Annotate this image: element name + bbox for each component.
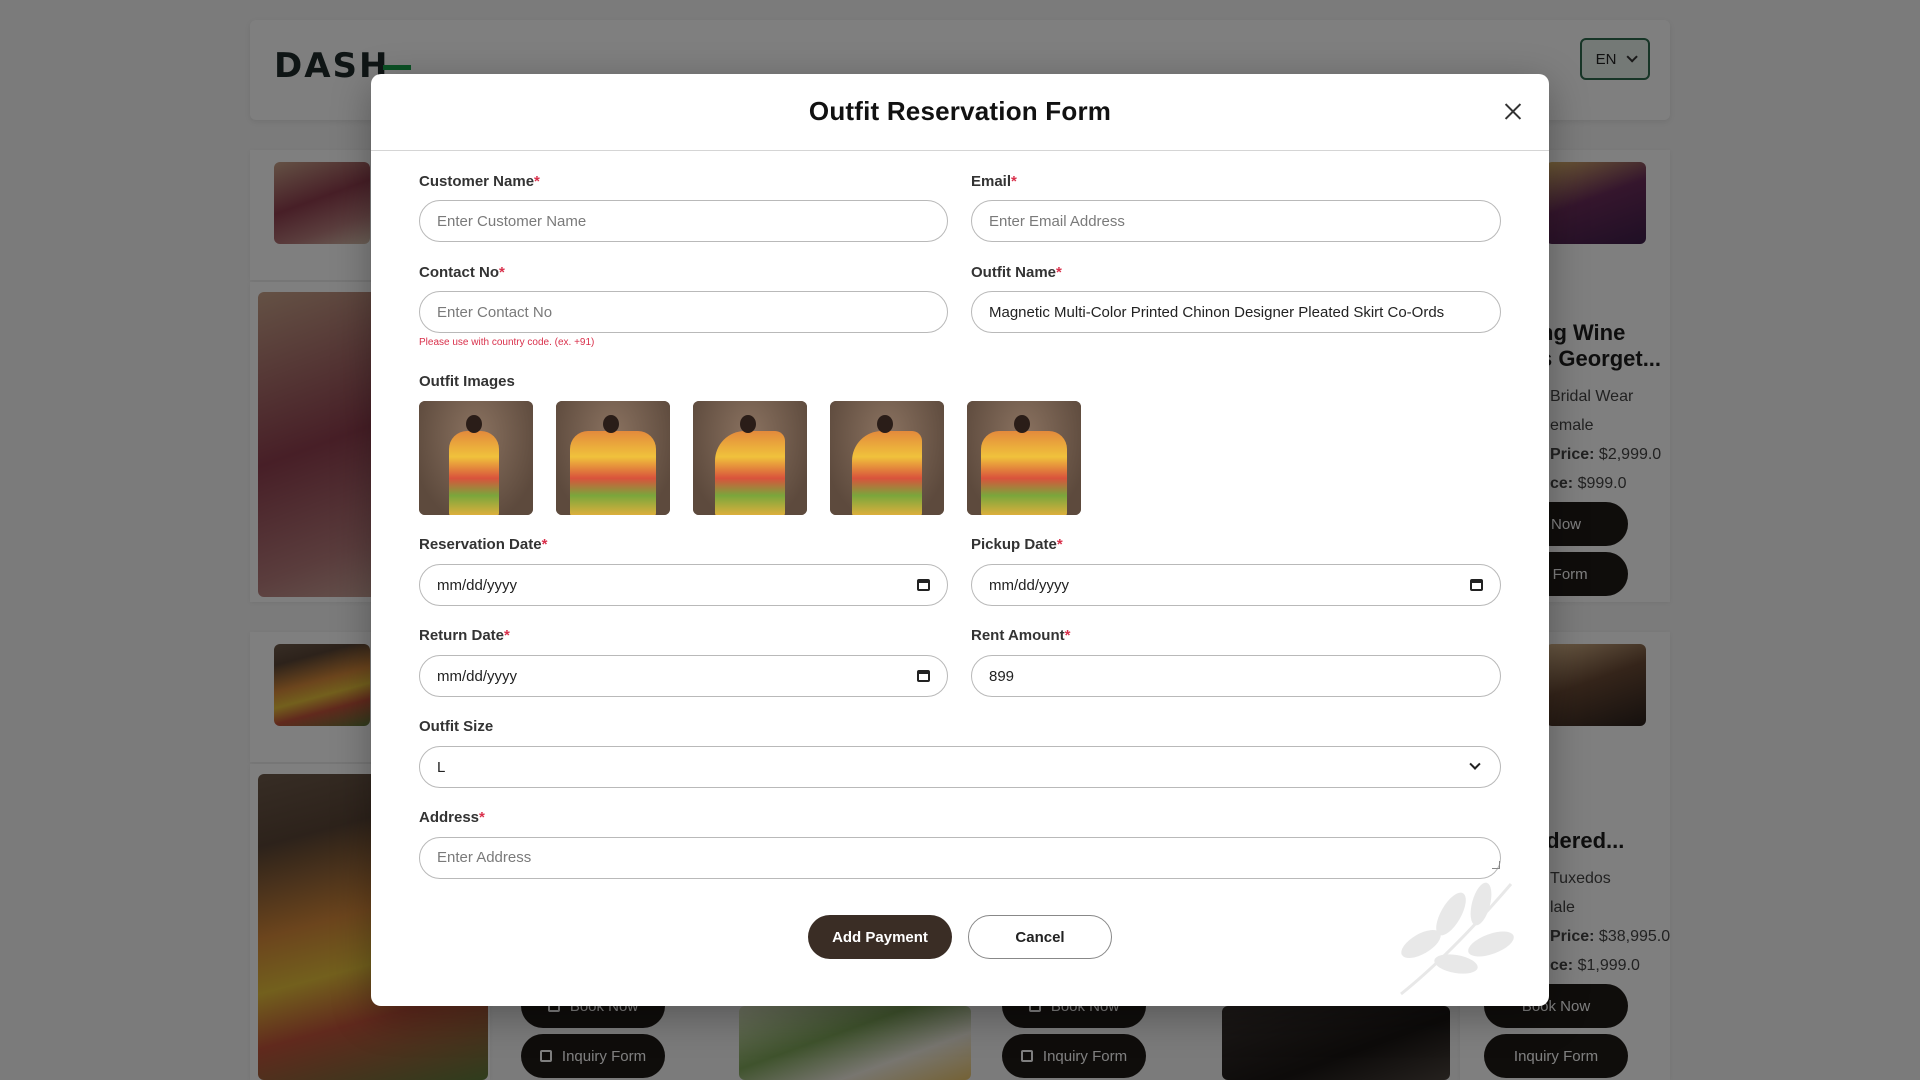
pickup-date-input[interactable]: mm/dd/yyyy (971, 564, 1501, 606)
outfit-size-label: Outfit Size (419, 718, 494, 735)
outfit-images-label: Outfit Images (419, 373, 515, 390)
reservation-date-label: Reservation Date* (419, 536, 548, 553)
reservation-date-input[interactable]: mm/dd/yyyy (419, 564, 948, 606)
add-payment-button[interactable]: Add Payment (808, 915, 952, 959)
return-date-label: Return Date* (419, 627, 510, 644)
chevron-down-icon (1469, 758, 1481, 770)
outfit-image-thumbnail[interactable] (830, 401, 944, 515)
address-label: Address* (419, 809, 485, 826)
reservation-modal: Outfit Reservation Form Customer Name* E… (371, 74, 1549, 1006)
modal-title: Outfit Reservation Form (808, 96, 1112, 126)
calendar-icon[interactable] (917, 579, 930, 591)
pickup-date-label: Pickup Date* (971, 536, 1063, 553)
email-input[interactable] (971, 200, 1501, 242)
return-date-input[interactable]: mm/dd/yyyy (419, 655, 948, 697)
outfit-size-select[interactable]: L (419, 746, 1501, 788)
contact-no-input[interactable] (419, 291, 948, 333)
outfit-name-input[interactable] (971, 291, 1501, 333)
calendar-icon[interactable] (917, 670, 930, 682)
close-icon[interactable] (1499, 98, 1527, 126)
rent-amount-input[interactable] (971, 655, 1501, 697)
email-label: Email* (971, 173, 1017, 190)
outfit-image-thumbnail[interactable] (419, 401, 533, 515)
customer-name-label: Customer Name* (419, 173, 540, 190)
calendar-icon[interactable] (1470, 579, 1483, 591)
address-textarea[interactable] (419, 837, 1501, 879)
outfit-image-thumbnail[interactable] (967, 401, 1081, 515)
leaf-decoration-icon (1400, 882, 1514, 996)
contact-no-hint: Please use with country code. (ex. +91) (419, 337, 595, 348)
modal-header: Outfit Reservation Form (371, 74, 1549, 151)
cancel-button[interactable]: Cancel (968, 915, 1112, 959)
outfit-name-label: Outfit Name* (971, 264, 1062, 281)
customer-name-input[interactable] (419, 200, 948, 242)
rent-amount-label: Rent Amount* (971, 627, 1071, 644)
outfit-image-thumbnail[interactable] (556, 401, 670, 515)
outfit-image-thumbnail[interactable] (693, 401, 807, 515)
contact-no-label: Contact No* (419, 264, 505, 281)
